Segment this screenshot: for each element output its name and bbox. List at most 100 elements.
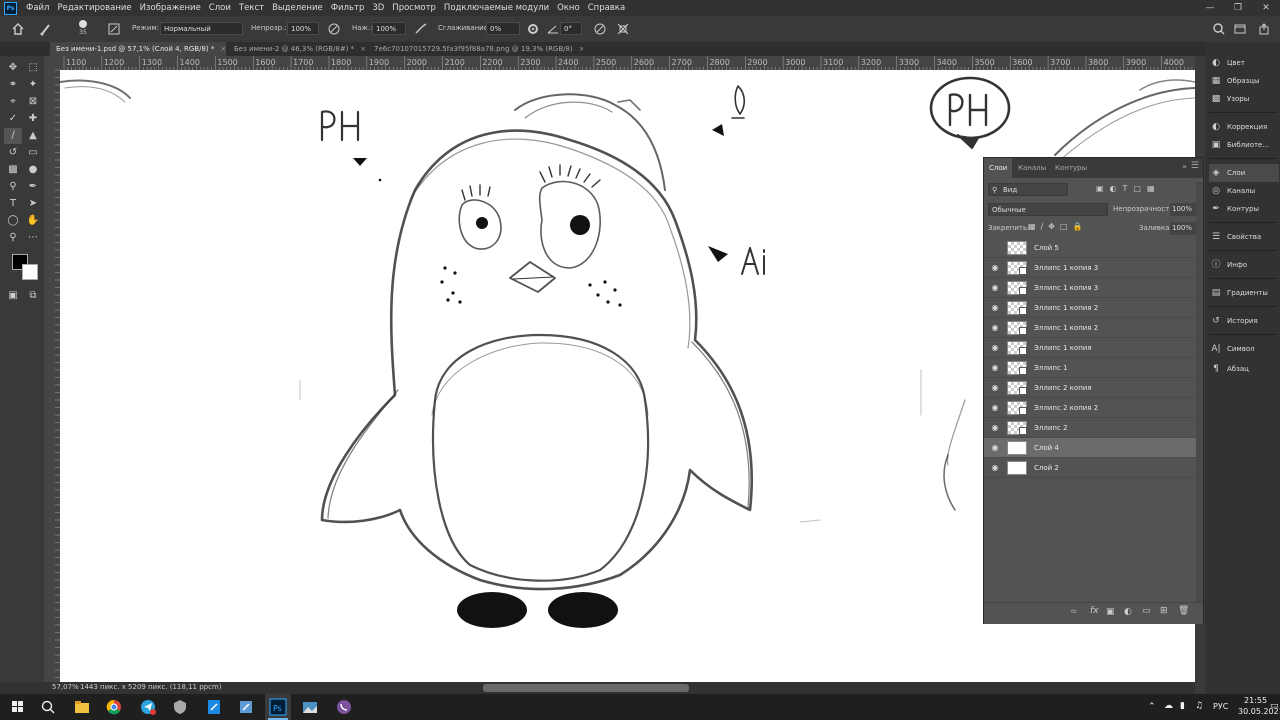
eye-icon[interactable]: ◉ <box>990 323 1000 333</box>
dock-item-patterns[interactable]: ▩ Узоры <box>1209 90 1279 108</box>
gear-icon[interactable] <box>525 21 541 37</box>
menu-plugins[interactable]: Подключаемые модули <box>440 0 553 16</box>
airbrush-icon[interactable] <box>413 21 429 37</box>
tab-close-icon[interactable]: × <box>360 45 366 53</box>
eraser-tool-icon[interactable]: ▭ <box>24 145 42 161</box>
frame-tool-icon[interactable]: ⊠ <box>24 94 42 110</box>
zoom-tool-icon[interactable]: ⚲ <box>4 230 22 246</box>
telegram-icon[interactable] <box>138 697 158 717</box>
folder-icon[interactable]: ▭ <box>1142 606 1151 616</box>
lock-icons[interactable]: ▦∕✥□🔒 <box>1028 222 1087 231</box>
gradient-tool-icon[interactable]: ▩ <box>4 162 22 178</box>
menu-file[interactable]: Файл <box>22 0 53 16</box>
home-icon[interactable] <box>10 21 26 37</box>
add-mask-icon[interactable]: ▣ <box>1106 607 1115 617</box>
dock-item-adjustments[interactable]: ◐ Коррекция <box>1209 118 1279 136</box>
battery-icon[interactable]: ▮ <box>1180 701 1185 711</box>
background-color-swatch[interactable] <box>22 264 38 280</box>
healing-brush-tool-icon[interactable]: ✚ <box>24 111 42 127</box>
minimize-button[interactable]: — <box>1196 0 1224 16</box>
layer-row[interactable]: ◉ Эллипс 2 <box>984 418 1196 438</box>
eye-icon[interactable]: ◉ <box>990 303 1000 313</box>
document-info[interactable]: 1443 пикс. x 5209 пикс. (118,11 ppcm) <box>80 683 222 691</box>
tab-document-2[interactable]: Без имени-2 @ 46,3% (RGB/8#) * × <box>228 42 366 56</box>
link-layers-icon[interactable]: ∞ <box>1070 607 1078 617</box>
photos-icon[interactable] <box>300 697 320 717</box>
panel-menu-icon[interactable]: ☰ <box>1191 161 1199 171</box>
tab-paths[interactable]: Контуры <box>1050 158 1092 178</box>
new-layer-icon[interactable]: ⊞ <box>1160 606 1168 616</box>
dock-item-gradients[interactable]: ▤ Градиенты <box>1209 284 1279 302</box>
hand-tool-icon[interactable]: ✋ <box>24 213 42 229</box>
menu-select[interactable]: Выделение <box>268 0 327 16</box>
menu-3d[interactable]: 3D <box>368 0 388 16</box>
layer-filter-icons[interactable]: ▣◐T□▦ <box>1096 184 1161 193</box>
move-tool-icon[interactable]: ✥ <box>4 60 22 76</box>
tab-close-icon[interactable]: × <box>220 45 226 53</box>
tab-document-1[interactable]: Без имени-1.psd @ 57,1% (Слой 4, RGB/8) … <box>50 42 226 56</box>
menu-type[interactable]: Текст <box>235 0 268 16</box>
share-icon[interactable] <box>1256 21 1272 37</box>
eye-icon[interactable]: ◉ <box>990 343 1000 353</box>
eye-icon[interactable]: ◉ <box>990 403 1000 413</box>
eye-icon[interactable]: ◉ <box>990 263 1000 273</box>
collapse-icon[interactable]: » <box>1182 162 1187 171</box>
layer-row[interactable]: ◉ Эллипс 1 копия 3 <box>984 278 1196 298</box>
pressure-size-icon[interactable] <box>592 21 608 37</box>
type-tool-icon[interactable]: T <box>4 196 22 212</box>
vpn-shield-icon[interactable] <box>170 697 190 717</box>
visibility-toggle[interactable] <box>990 243 1000 253</box>
opacity-field[interactable]: 100% <box>287 22 319 35</box>
layer-row[interactable]: Слой 5 <box>984 238 1196 258</box>
brush-tool-icon[interactable] <box>38 21 54 37</box>
tab-channels[interactable]: Каналы <box>1013 158 1051 178</box>
dock-item-channels[interactable]: ◎ Каналы <box>1209 182 1279 200</box>
eye-icon[interactable]: ◉ <box>990 283 1000 293</box>
dock-item-swatches[interactable]: ▦ Образцы <box>1209 72 1279 90</box>
dock-item-history[interactable]: ↺ История <box>1209 312 1279 330</box>
layer-row-selected[interactable]: ◉ Слой 4 <box>984 438 1196 458</box>
fx-icon[interactable]: fx <box>1090 606 1099 616</box>
menu-help[interactable]: Справка <box>584 0 629 16</box>
eye-icon[interactable]: ◉ <box>990 383 1000 393</box>
flow-field[interactable]: 100% <box>372 22 406 35</box>
symmetry-icon[interactable] <box>615 21 631 37</box>
language-indicator[interactable]: РУС <box>1213 702 1228 711</box>
mode-select[interactable]: Нормальный <box>160 22 243 35</box>
volume-icon[interactable]: ♫ <box>1195 701 1203 711</box>
dock-item-paragraph[interactable]: ¶ Абзац <box>1209 360 1279 378</box>
menu-edit[interactable]: Редактирование <box>53 0 135 16</box>
close-window-button[interactable]: ✕ <box>1252 0 1280 16</box>
stamp-tool-icon[interactable]: ▲ <box>24 128 42 144</box>
dock-item-info[interactable]: ⓘ Инфо <box>1209 256 1279 274</box>
menu-filter[interactable]: Фильтр <box>327 0 369 16</box>
adjustment-layer-icon[interactable]: ◐ <box>1124 607 1132 617</box>
layer-row[interactable]: ◉ Слой 2 <box>984 458 1196 478</box>
dodge-tool-icon[interactable]: ⚲ <box>4 179 22 195</box>
search-icon[interactable] <box>1211 21 1227 37</box>
windows-start-icon[interactable] <box>8 697 28 717</box>
layer-row[interactable]: ◉ Эллипс 1 копия 2 <box>984 298 1196 318</box>
layer-row[interactable]: ◉ Эллипс 1 копия 3 <box>984 258 1196 278</box>
dock-item-color[interactable]: ◐ Цвет <box>1209 54 1279 72</box>
brush-settings-icon[interactable] <box>106 21 122 37</box>
layers-scrollbar[interactable] <box>1196 182 1203 602</box>
workspace-icon[interactable] <box>1232 21 1248 37</box>
menu-view[interactable]: Просмотр <box>388 0 440 16</box>
dock-item-libraries[interactable]: ▣ Библиоте... <box>1209 136 1279 154</box>
sticky-notes-icon[interactable] <box>236 697 256 717</box>
menu-layers[interactable]: Слои <box>205 0 235 16</box>
layer-row[interactable]: ◉ Эллипс 2 копия 2 <box>984 398 1196 418</box>
dock-item-properties[interactable]: ☰ Свойства <box>1209 228 1279 246</box>
eye-icon[interactable]: ◉ <box>990 363 1000 373</box>
screen-mode-icon[interactable]: ⧉ <box>24 288 42 304</box>
pen-tool-icon[interactable]: ✒ <box>24 179 42 195</box>
notifications-icon[interactable]: ▭ <box>1270 701 1279 711</box>
menu-image[interactable]: Изображение <box>136 0 205 16</box>
clock-time[interactable]: 21:55 <box>1244 696 1267 705</box>
chrome-icon[interactable] <box>104 697 124 717</box>
pressure-opacity-icon[interactable] <box>326 21 342 37</box>
more-tools-icon[interactable]: ⋯ <box>24 230 42 246</box>
magic-wand-tool-icon[interactable]: ✦ <box>24 77 42 93</box>
maximize-button[interactable]: ❐ <box>1224 0 1252 16</box>
